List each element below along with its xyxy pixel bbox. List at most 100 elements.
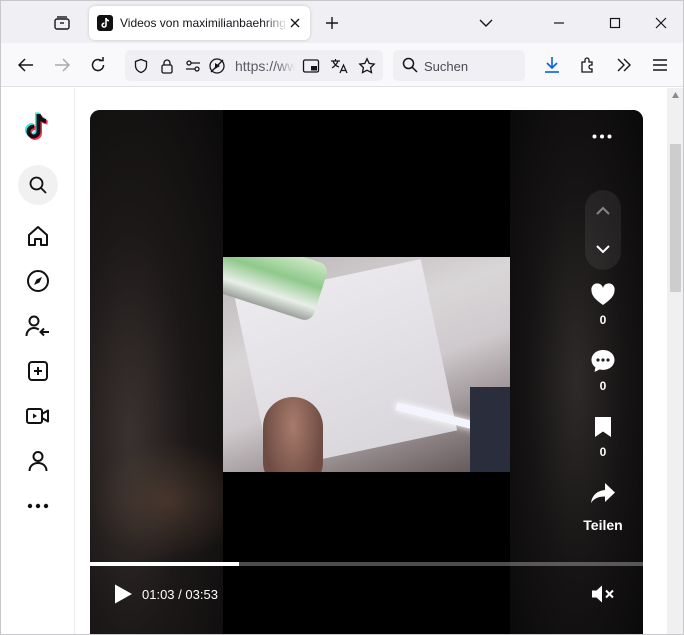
new-tab-button[interactable] [321, 12, 343, 34]
plus-icon [326, 17, 338, 29]
close-icon [290, 18, 300, 28]
rail-more-button[interactable] [23, 491, 53, 521]
play-icon [115, 584, 132, 604]
chevron-down-icon [596, 244, 610, 253]
url-text: https://www [235, 58, 295, 74]
back-button[interactable] [13, 52, 39, 78]
downloads-button[interactable] [539, 52, 565, 78]
home-icon [28, 226, 48, 246]
tab-overview-icon [54, 16, 70, 30]
rail-profile-button[interactable] [23, 446, 53, 476]
rail-home-button[interactable] [23, 221, 53, 251]
video-frame [223, 257, 510, 472]
close-icon [655, 17, 667, 29]
current-time: 01:03 [142, 587, 175, 602]
tab-title: Videos von maximilianbaehring [120, 16, 286, 30]
search-placeholder: Suchen [424, 59, 469, 74]
next-video-button[interactable] [591, 237, 615, 261]
minimize-button[interactable] [547, 11, 571, 35]
search-icon [29, 176, 47, 194]
share-arrow-icon [591, 483, 615, 503]
time-separator: / [178, 587, 182, 602]
navigation-toolbar: https://www Suchen [1, 43, 683, 87]
rail-live-button[interactable] [23, 401, 53, 431]
tiktok-page: 0 0 0 Teilen 01:03 / 03:53 [1, 88, 667, 634]
video-player[interactable]: 0 0 0 Teilen 01:03 / 03:53 [90, 110, 643, 634]
tab-close-button[interactable] [287, 15, 303, 31]
search-icon [402, 57, 418, 73]
reload-button[interactable] [85, 52, 111, 78]
share-action[interactable] [578, 478, 628, 508]
tiktok-favicon-icon [97, 15, 113, 31]
arrow-left-icon [18, 58, 33, 72]
maximize-icon [609, 17, 621, 29]
minimize-icon [554, 22, 564, 24]
autoplay-blocked-icon[interactable] [207, 56, 227, 76]
more-horizontal-icon [592, 134, 612, 138]
previous-video-button[interactable] [591, 198, 615, 222]
scrollbar-thumb[interactable] [670, 144, 681, 292]
video-more-options-button[interactable] [588, 126, 616, 146]
comment-action[interactable]: 0 [578, 346, 628, 393]
duration: 03:53 [185, 587, 218, 602]
left-navigation-rail [1, 88, 75, 634]
arrow-right-icon [55, 58, 70, 72]
tab-tiktok-videos[interactable]: Videos von maximilianbaehring [89, 6, 310, 40]
save-count: 0 [599, 445, 607, 459]
lock-icon[interactable] [157, 56, 177, 76]
video-camera-icon [26, 408, 49, 424]
bookmark-star-icon[interactable] [357, 56, 377, 76]
video-blur-background-left [90, 110, 223, 634]
rail-search-button[interactable] [18, 165, 58, 205]
page-scrollbar[interactable] [667, 88, 683, 634]
permissions-icon[interactable] [183, 56, 203, 76]
hamburger-menu-icon [653, 59, 667, 71]
puzzle-piece-icon [581, 57, 593, 73]
tracking-protection-shield-icon[interactable] [131, 56, 151, 76]
reload-icon [91, 57, 105, 72]
tab-list-button[interactable] [49, 10, 75, 36]
add-square-icon [28, 361, 48, 381]
comment-count: 0 [599, 379, 607, 393]
like-count: 0 [599, 313, 607, 327]
comment-icon [591, 350, 615, 372]
forward-button[interactable] [49, 52, 75, 78]
mute-button[interactable] [590, 583, 616, 605]
app-menu-button[interactable] [647, 52, 673, 78]
bookmark-icon [595, 417, 611, 437]
download-icon [545, 57, 559, 73]
play-button[interactable] [112, 583, 134, 605]
overflow-menu-button[interactable] [611, 52, 637, 78]
compass-icon [27, 270, 49, 292]
heart-icon [591, 283, 615, 305]
search-bar[interactable]: Suchen [393, 50, 525, 81]
video-progress-bar[interactable] [90, 562, 643, 566]
user-follow-icon [25, 315, 49, 337]
list-all-tabs-button[interactable] [476, 13, 496, 33]
save-action[interactable]: 0 [578, 412, 628, 459]
rail-explore-button[interactable] [23, 266, 53, 296]
chevron-down-icon [479, 19, 493, 27]
double-chevron-right-icon [617, 58, 631, 72]
scroll-up-arrow-icon[interactable] [671, 91, 680, 99]
tab-strip: Videos von maximilianbaehring [1, 1, 683, 43]
chevron-up-icon [596, 206, 610, 215]
browser-window: Videos von maximilianbaehring https://w … [0, 0, 684, 635]
share-label: Teilen [583, 517, 623, 533]
user-icon [28, 451, 48, 472]
speaker-muted-icon [592, 585, 614, 603]
url-bar[interactable]: https://www [125, 50, 383, 81]
video-time-display: 01:03 / 03:53 [142, 587, 218, 602]
window-close-button[interactable] [649, 11, 673, 35]
extensions-button[interactable] [575, 52, 601, 78]
rail-upload-button[interactable] [23, 356, 53, 386]
like-action[interactable]: 0 [578, 280, 628, 327]
maximize-button[interactable] [603, 11, 627, 35]
translate-icon[interactable] [329, 56, 349, 76]
video-progress-fill [90, 562, 240, 566]
rail-following-button[interactable] [23, 311, 53, 341]
video-navigation-pill [585, 190, 621, 270]
more-horizontal-icon [27, 503, 49, 509]
picture-in-picture-icon[interactable] [301, 56, 321, 76]
tiktok-logo-icon[interactable] [23, 110, 53, 144]
